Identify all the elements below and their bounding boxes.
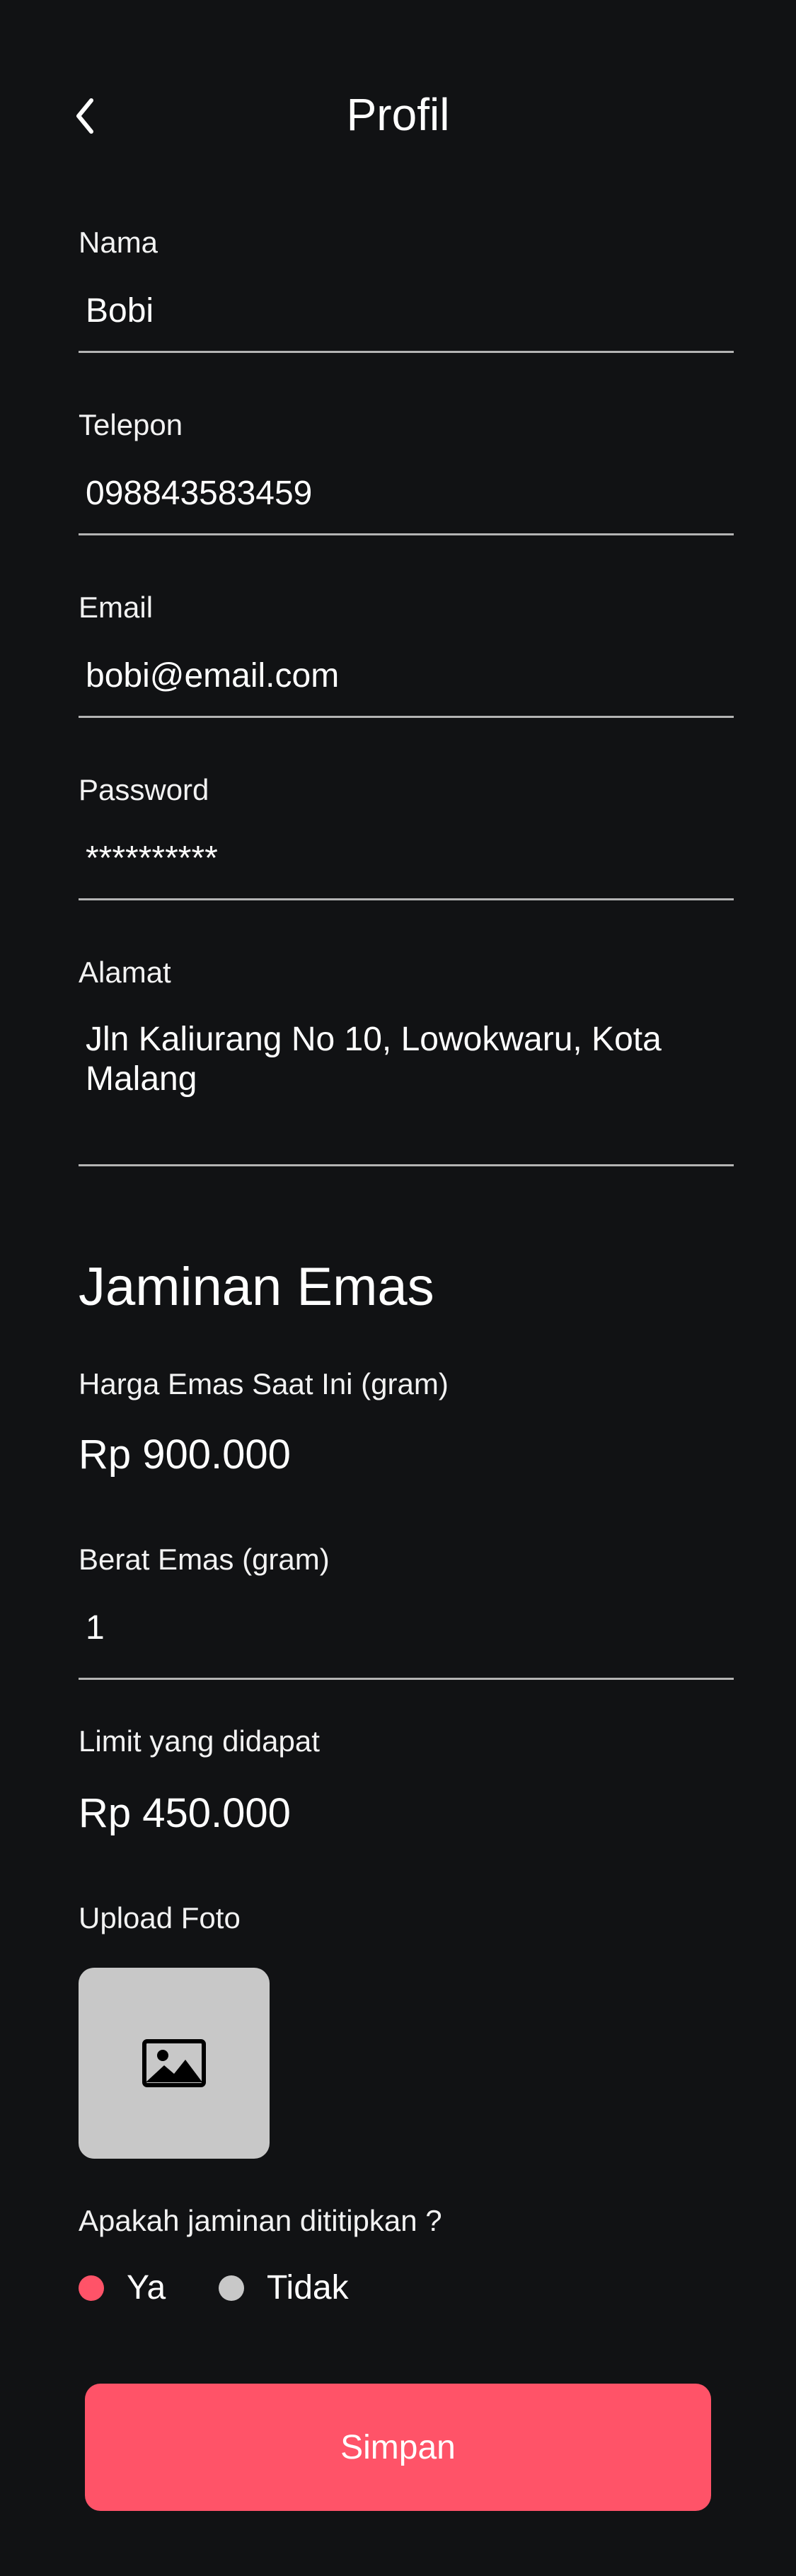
radio-selected-dot <box>79 2275 104 2301</box>
page-title: Profil <box>346 89 450 140</box>
email-divider <box>79 716 734 718</box>
address-textarea[interactable]: Jln Kaliurang No 10, Lowokwaru, Kota Mal… <box>79 1020 734 1099</box>
password-field: Password <box>79 772 734 903</box>
address-divider <box>79 1164 734 1166</box>
name-divider <box>79 351 734 353</box>
phone-label: Telepon <box>79 408 183 441</box>
password-label: Password <box>79 773 209 806</box>
gold-price-value: Rp 900.000 <box>79 1432 291 1478</box>
name-label: Nama <box>79 226 158 259</box>
password-input[interactable] <box>79 839 734 878</box>
email-input[interactable] <box>79 656 734 696</box>
radio-label-ya: Ya <box>127 2269 166 2307</box>
upload-photo-button[interactable] <box>79 1968 270 2159</box>
upload-photo-label: Upload Foto <box>79 1901 241 1934</box>
save-button[interactable]: Simpan <box>85 2384 711 2511</box>
gold-weight-divider <box>79 1678 734 1680</box>
name-field: Nama <box>79 225 734 356</box>
radio-option-ya[interactable]: Ya <box>79 2263 166 2313</box>
gold-weight-label: Berat Emas (gram) <box>79 1543 330 1576</box>
section-title-jaminan: Jaminan Emas <box>79 1257 434 1317</box>
image-icon <box>142 2039 206 2087</box>
radio-option-tidak[interactable]: Tidak <box>219 2263 349 2313</box>
entrusted-radio-group: Ya Tidak <box>79 2263 574 2313</box>
phone-divider <box>79 533 734 535</box>
header: Profil <box>0 71 796 158</box>
limit-label: Limit yang didapat <box>79 1724 320 1758</box>
name-input[interactable] <box>79 291 734 331</box>
profile-screen: Profil Nama Telepon Email Password Alama… <box>0 0 796 2576</box>
limit-value: Rp 450.000 <box>79 1790 291 1836</box>
radio-unselected-dot <box>219 2275 244 2301</box>
address-label: Alamat <box>79 956 171 989</box>
gold-weight-field: Berat Emas (gram) <box>79 1542 734 1683</box>
email-field: Email <box>79 590 734 721</box>
phone-field: Telepon <box>79 407 734 538</box>
entrusted-question: Apakah jaminan dititipkan ? <box>79 2204 442 2237</box>
gold-price-label: Harga Emas Saat Ini (gram) <box>79 1367 449 1400</box>
radio-label-tidak: Tidak <box>267 2269 349 2307</box>
gold-weight-input[interactable] <box>79 1608 734 1648</box>
email-label: Email <box>79 591 154 624</box>
phone-input[interactable] <box>79 474 734 514</box>
address-field: Alamat Jln Kaliurang No 10, Lowokwaru, K… <box>79 955 734 1171</box>
password-divider <box>79 898 734 900</box>
